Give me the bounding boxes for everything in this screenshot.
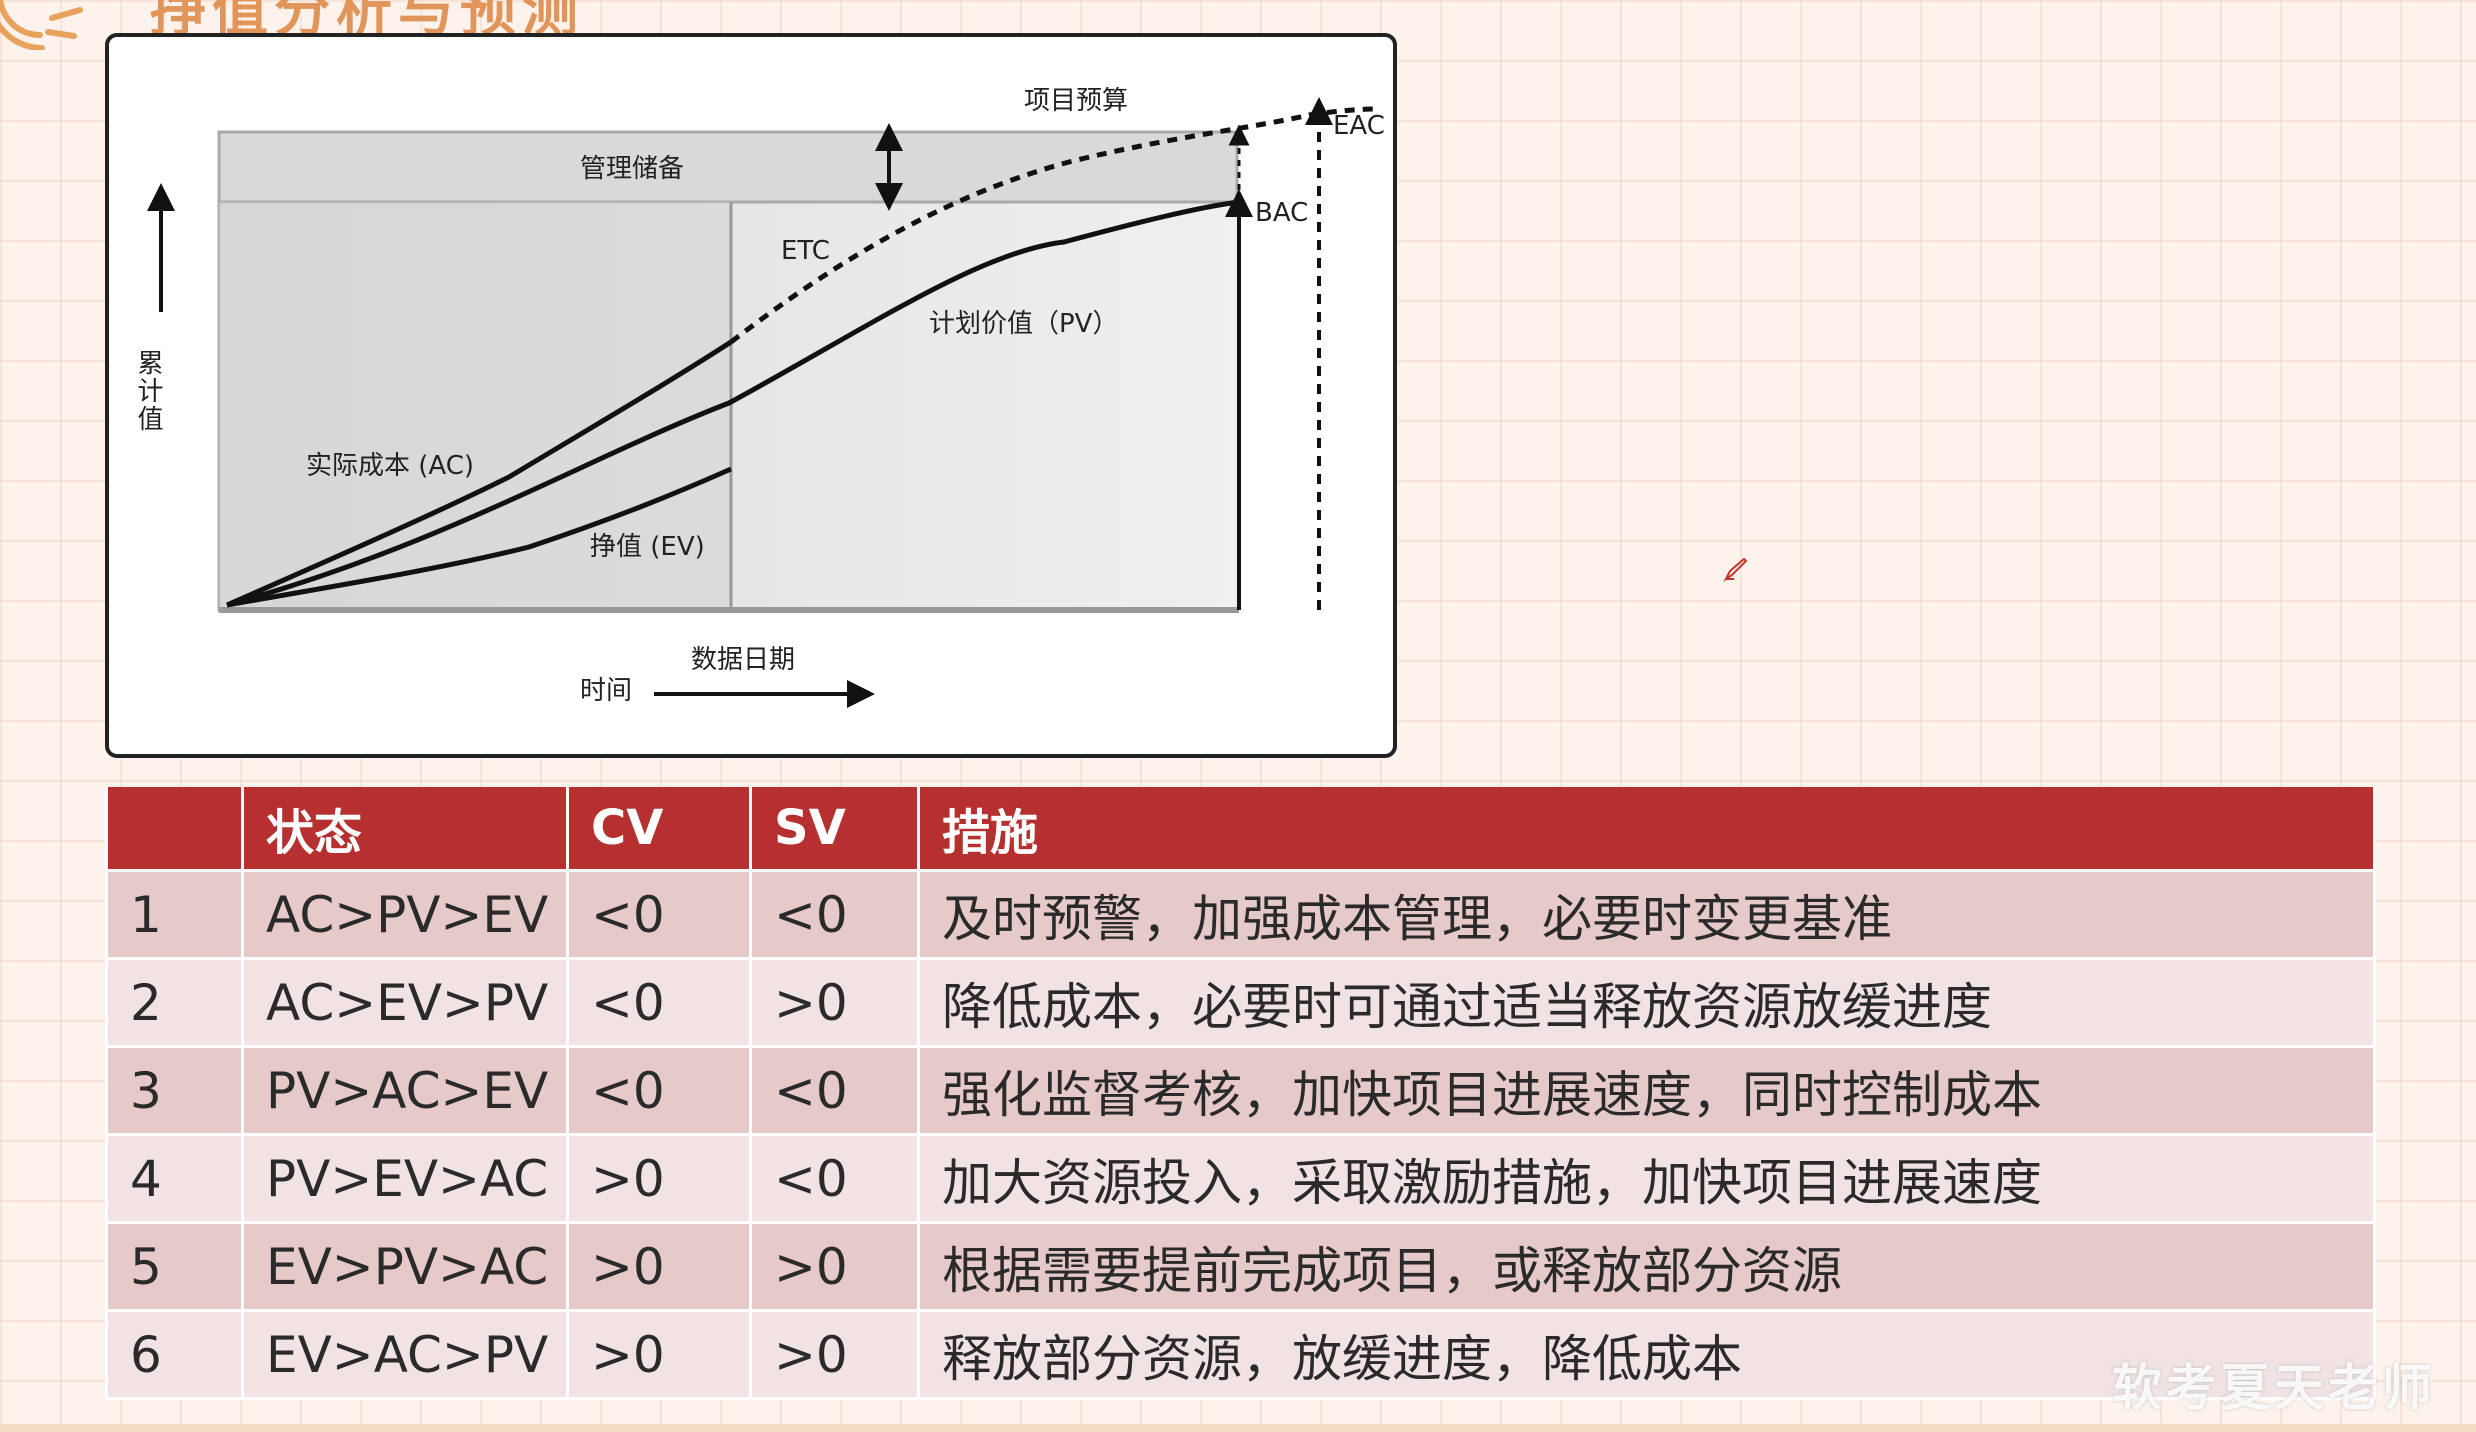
data-date-label: 数据日期	[691, 645, 795, 675]
cell-status: PV>AC>EV	[241, 1046, 569, 1136]
header-status: 状态	[241, 787, 569, 872]
etc-label: ETC	[781, 236, 830, 266]
cell-cv: >0	[566, 1134, 752, 1224]
cell-status: AC>EV>PV	[241, 958, 569, 1048]
ac-label: 实际成本 (AC)	[306, 451, 474, 481]
management-reserve-band	[217, 130, 1239, 204]
pen-cursor-icon	[1723, 557, 1748, 582]
evm-diagram-svg: 项目预算 管理储备 EAC BAC ETC 计划价值（PV） 实际成本 (AC)…	[133, 86, 1393, 708]
cell-index: 6	[105, 1310, 244, 1400]
bottom-bar	[0, 1424, 2476, 1432]
cell-status: PV>EV>AC	[241, 1134, 569, 1224]
cell-measures: 根据需要提前完成项目，或释放部分资源	[917, 1222, 2376, 1312]
eac-label: EAC	[1333, 111, 1385, 141]
cell-sv: <0	[749, 1046, 920, 1136]
y-axis-label: 累计值	[133, 349, 163, 433]
pv-label: 计划价值（PV）	[929, 309, 1118, 339]
cell-measures: 及时预警，加强成本管理，必要时变更基准	[917, 870, 2376, 960]
header-cv: CV	[566, 787, 752, 872]
header-measures: 措施	[917, 787, 2376, 872]
cell-index: 3	[105, 1046, 244, 1136]
cell-measures: 强化监督考核，加快项目进展速度，同时控制成本	[917, 1046, 2376, 1136]
table-row: 1 AC>PV>EV <0 <0 及时预警，加强成本管理，必要时变更基准	[105, 870, 2376, 960]
cell-index: 1	[105, 870, 244, 960]
cell-index: 5	[105, 1222, 244, 1312]
table-row: 5 EV>PV>AC >0 >0 根据需要提前完成项目，或释放部分资源	[105, 1222, 2376, 1312]
cell-cv: <0	[566, 958, 752, 1048]
cell-index: 2	[105, 958, 244, 1048]
cell-status: AC>PV>EV	[241, 870, 569, 960]
management-reserve-label: 管理储备	[580, 154, 684, 184]
sun-decoration-icon	[0, 0, 83, 50]
header-index	[105, 787, 244, 872]
cell-measures: 加大资源投入，采取激励措施，加快项目进展速度	[917, 1134, 2376, 1224]
cell-sv: >0	[749, 1310, 920, 1400]
header-sv: SV	[749, 787, 920, 872]
cell-status: EV>AC>PV	[241, 1310, 569, 1400]
cell-cv: <0	[566, 870, 752, 960]
table-row: 2 AC>EV>PV <0 >0 降低成本，必要时可通过适当释放资源放缓进度	[105, 958, 2376, 1048]
cell-cv: >0	[566, 1310, 752, 1400]
bac-label: BAC	[1255, 198, 1308, 228]
cell-sv: >0	[749, 1222, 920, 1312]
evm-status-table: 状态 CV SV 措施 1 AC>PV>EV <0 <0 及时预警，加强成本管理…	[105, 787, 2376, 1400]
ev-label: 挣值 (EV)	[590, 532, 705, 562]
table-row: 3 PV>AC>EV <0 <0 强化监督考核，加快项目进展速度，同时控制成本	[105, 1046, 2376, 1136]
cell-sv: <0	[749, 870, 920, 960]
cell-sv: <0	[749, 1134, 920, 1224]
project-budget-label: 项目预算	[1024, 86, 1128, 116]
evm-diagram: 项目预算 管理储备 EAC BAC ETC 计划价值（PV） 实际成本 (AC)…	[105, 33, 1397, 758]
cell-index: 4	[105, 1134, 244, 1224]
table-row: 4 PV>EV>AC >0 <0 加大资源投入，采取激励措施，加快项目进展速度	[105, 1134, 2376, 1224]
cell-cv: <0	[566, 1046, 752, 1136]
cell-cv: >0	[566, 1222, 752, 1312]
cell-measures: 降低成本，必要时可通过适当释放资源放缓进度	[917, 958, 2376, 1048]
table-header-row: 状态 CV SV 措施	[105, 787, 2376, 872]
cell-status: EV>PV>AC	[241, 1222, 569, 1312]
table-row: 6 EV>AC>PV >0 >0 释放部分资源，放缓进度，降低成本	[105, 1310, 2376, 1400]
time-label: 时间	[580, 676, 632, 706]
cell-sv: >0	[749, 958, 920, 1048]
watermark: 软考夏天老师	[2112, 1359, 2436, 1417]
